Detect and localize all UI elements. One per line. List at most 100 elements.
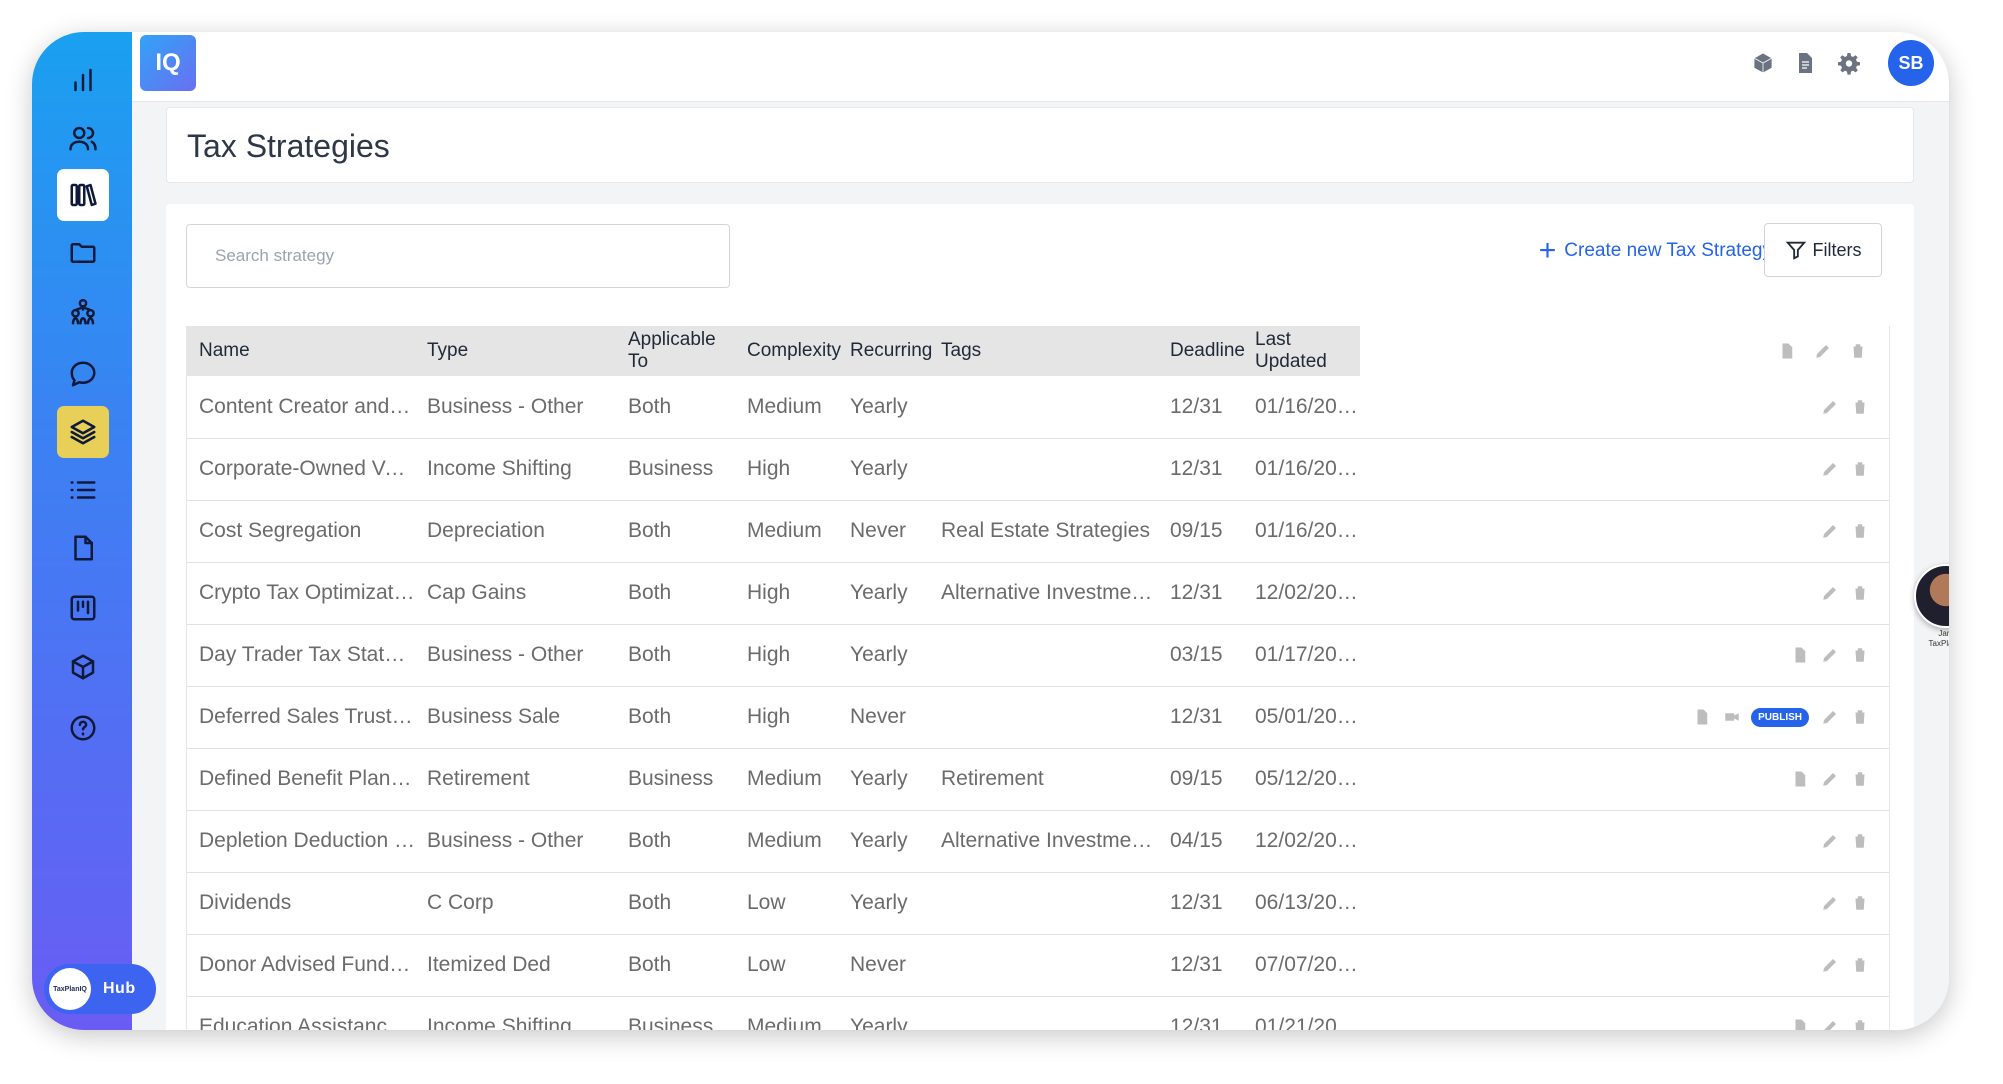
cell-tags (929, 686, 1158, 749)
cell-complexity: High (735, 438, 838, 501)
row-actions (1360, 624, 1889, 687)
cell-tags (929, 934, 1158, 997)
document-icon[interactable] (1693, 708, 1711, 726)
filters-button[interactable]: Filters (1764, 223, 1882, 277)
edit-icon[interactable] (1821, 1018, 1839, 1030)
column-header-applicable-to[interactable]: Applicable To (616, 326, 735, 376)
edit-icon[interactable] (1821, 460, 1839, 478)
cell-recurring: Yearly (838, 872, 929, 935)
row-actions (1360, 376, 1889, 439)
cell-applicable-to: Business (616, 996, 735, 1030)
edit-icon[interactable] (1821, 894, 1839, 912)
sidebar-item-strategies[interactable] (57, 406, 109, 458)
cell-tags: Alternative Investments (929, 810, 1158, 873)
search-input[interactable] (186, 224, 730, 288)
document-icon[interactable] (1778, 342, 1796, 360)
trash-icon[interactable] (1851, 646, 1869, 664)
hub-button[interactable]: TaxPlanIQ Hub (44, 964, 156, 1014)
table-row[interactable]: Deferred Sales Trust (DS...Business Sale… (187, 686, 1889, 749)
sidebar-item-documents[interactable] (57, 522, 109, 574)
folder-icon (70, 243, 96, 263)
trash-icon[interactable] (1851, 398, 1869, 416)
cell-recurring: Yearly (838, 810, 929, 873)
sidebar-item-integrations[interactable] (57, 641, 109, 693)
sidebar-item-files[interactable] (57, 227, 109, 279)
edit-icon[interactable] (1821, 770, 1839, 788)
sidebar-item-entities[interactable] (57, 286, 109, 338)
edit-icon[interactable] (1821, 398, 1839, 416)
sidebar-item-tasks[interactable] (57, 464, 109, 516)
video-icon[interactable] (1723, 708, 1741, 726)
column-header-name[interactable]: Name (187, 326, 415, 376)
column-header-deadline[interactable]: Deadline (1158, 326, 1245, 376)
table-row[interactable]: Cost Segregation Depreciation Both Medium Ne… (187, 500, 1889, 563)
table-row[interactable]: Crypto Tax Optimization Cap Gains Both High… (187, 562, 1889, 625)
trash-icon[interactable] (1851, 894, 1869, 912)
edit-icon[interactable] (1821, 522, 1839, 540)
trash-icon[interactable] (1851, 1018, 1869, 1030)
column-header-tags[interactable]: Tags (929, 326, 1158, 376)
row-actions (1360, 562, 1889, 625)
cell-applicable-to: Both (616, 872, 735, 935)
trash-icon[interactable] (1851, 832, 1869, 850)
cell-type: Business - Other (415, 810, 616, 873)
user-avatar[interactable]: SB (1888, 40, 1934, 86)
edit-icon[interactable] (1821, 584, 1839, 602)
assistant-avatar[interactable]: Jane TaxPlanIQ (1914, 564, 1949, 654)
row-actions (1360, 810, 1889, 873)
edit-icon[interactable] (1821, 708, 1839, 726)
table-row[interactable]: Content Creator and Infl...Business - Ot… (187, 376, 1889, 439)
trash-icon[interactable] (1851, 956, 1869, 974)
row-actions (1360, 438, 1889, 501)
document-icon[interactable] (1791, 770, 1809, 788)
filters-label: Filters (1812, 239, 1862, 260)
table-row[interactable]: Day Trader Tax Status (T...Business - Ot… (187, 624, 1889, 687)
document-icon[interactable] (1791, 1018, 1809, 1030)
cell-recurring: Never (838, 934, 929, 997)
cell-tags (929, 438, 1158, 501)
sidebar-item-library[interactable] (57, 169, 109, 221)
sidebar-item-clients[interactable] (57, 112, 109, 164)
trash-icon[interactable] (1851, 584, 1869, 602)
edit-icon[interactable] (1814, 342, 1832, 360)
table-row[interactable]: Donor Advised Fund (DA...Itemized DedBot… (187, 934, 1889, 997)
cube-icon[interactable] (1749, 49, 1777, 77)
sidebar-item-analytics[interactable] (57, 54, 109, 106)
trash-icon[interactable] (1851, 460, 1869, 478)
table-row[interactable]: Defined Benefit Plan/Ca...RetirementBusi… (187, 748, 1889, 811)
sidebar-item-board[interactable] (57, 582, 109, 634)
column-header-type[interactable]: Type (415, 326, 616, 376)
trash-icon[interactable] (1851, 770, 1869, 788)
cell-applicable-to: Both (616, 810, 735, 873)
table-row[interactable]: Corporate-Owned Varia... Income Shifting B… (187, 438, 1889, 501)
gear-icon[interactable] (1835, 49, 1863, 77)
edit-icon[interactable] (1821, 956, 1839, 974)
cell-recurring: Yearly (838, 996, 929, 1030)
cell-name: Crypto Tax Optimization (187, 562, 415, 625)
document-icon[interactable] (1791, 49, 1819, 77)
publish-button[interactable]: PUBLISH (1751, 707, 1809, 727)
cell-deadline: 12/31 (1158, 872, 1243, 935)
table-row[interactable]: Education Assistance Pr...Income Shiftin… (187, 996, 1889, 1030)
document-icon[interactable] (1791, 646, 1809, 664)
sidebar-item-messages[interactable] (57, 348, 109, 400)
create-strategy-link[interactable]: + Create new Tax Strategy (1539, 236, 1772, 266)
column-header-complexity[interactable]: Complexity (735, 326, 841, 376)
cell-complexity: High (735, 562, 838, 625)
sidebar-item-help[interactable] (57, 702, 109, 754)
cell-name: Content Creator and Infl... (187, 376, 415, 439)
edit-icon[interactable] (1821, 832, 1839, 850)
table-row[interactable]: Depletion Deduction for ...Business - Ot… (187, 810, 1889, 873)
trash-icon[interactable] (1851, 522, 1869, 540)
top-bar: IQ SB (132, 32, 1949, 102)
edit-icon[interactable] (1821, 646, 1839, 664)
column-header-last-updated[interactable]: Last Updated (1243, 326, 1360, 376)
trash-icon[interactable] (1849, 342, 1867, 360)
column-header-recurring[interactable]: Recurring (838, 326, 932, 376)
row-actions (1360, 500, 1889, 563)
cell-recurring: Never (838, 686, 929, 749)
table-row[interactable]: Dividends C Corp Both Low Yearly 12/31 06/13/2… (187, 872, 1889, 935)
app-logo[interactable]: IQ (140, 35, 196, 91)
trash-icon[interactable] (1851, 708, 1869, 726)
bar-chart-icon (74, 68, 92, 92)
